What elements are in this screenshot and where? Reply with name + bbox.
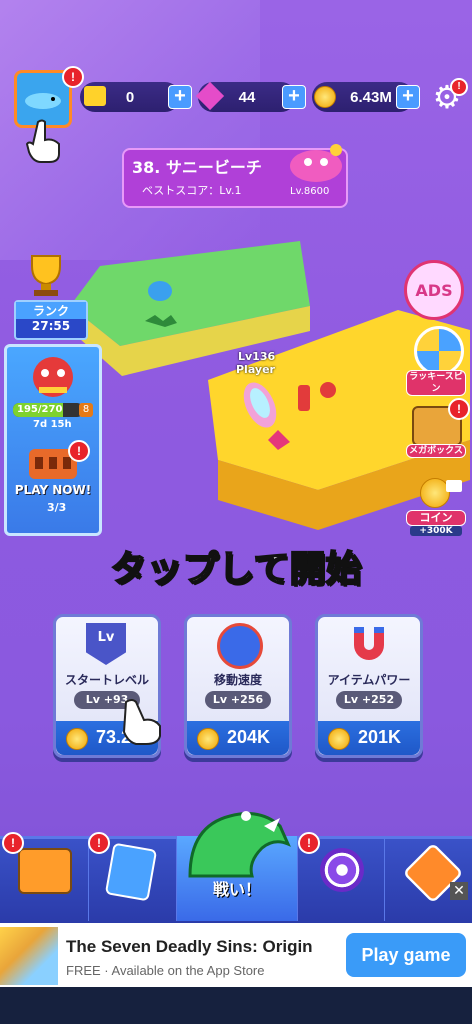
nav-shop-alert-badge: ! [2, 832, 24, 854]
upgrade-move-speed-price: 204K [187, 721, 289, 755]
magnet-icon [354, 627, 384, 660]
best-score: ベストスコア：Lv.1 [142, 184, 242, 197]
event-count: 3/3 [47, 501, 67, 514]
player-snake [243, 382, 277, 428]
ad-banner[interactable]: The Seven Deadly Sins: Origin FREE · Ava… [0, 923, 472, 987]
speedometer-icon [217, 623, 263, 669]
coin-icon [314, 86, 336, 108]
coin-icon [328, 728, 350, 750]
tap-hand-icon [122, 699, 161, 745]
nav-cards-alert-badge: ! [88, 832, 110, 854]
level-shield-icon: Lv [86, 623, 126, 665]
upgrade-item-power-value: Lv +252 [336, 691, 402, 709]
ads-button[interactable]: ADS [404, 260, 464, 320]
event-timer: 7d 15h [33, 419, 72, 430]
add-coins-button[interactable]: + [396, 85, 420, 109]
mega-box-label: メガボックス [406, 444, 466, 458]
mega-box-alert-badge: ! [448, 398, 470, 420]
profile-alert-badge: ! [62, 66, 84, 88]
event-progress-text: 195/270 [17, 404, 63, 415]
coin-reward-button[interactable]: コイン +300K [406, 478, 466, 542]
target-icon [320, 848, 364, 892]
coin-label: コイン [406, 510, 466, 526]
ad-thumbnail [0, 927, 58, 985]
event-level-badge: 8 [79, 403, 93, 417]
upgrade-item-power-price: 201K [318, 721, 420, 755]
spin-wheel-icon [414, 326, 464, 376]
rank-button[interactable]: ランク 27:55 [14, 300, 88, 340]
coin-icon [197, 728, 219, 750]
boss-snake-icon [290, 144, 342, 182]
shop-icon [18, 848, 72, 894]
player-level: Lv136 [238, 350, 276, 363]
coin-icon [66, 728, 88, 750]
event-alert-badge: ! [68, 440, 90, 462]
stage-banner[interactable]: 38. サニービーチ ベストスコア：Lv.1 Lv.8600 [122, 144, 348, 208]
coin-bonus: +300K [410, 526, 462, 536]
fight-label: 戦い！ [212, 880, 261, 899]
ads-label: ADS [415, 280, 453, 300]
upgrade-item-power[interactable]: アイテムパワー Lv +252 201K [315, 614, 423, 758]
rank-timer: 27:55 [31, 319, 71, 333]
cards-icon [104, 842, 158, 902]
upgrade-move-speed-value: Lv +256 [205, 691, 271, 709]
event-panel[interactable]: 195/270 8 7d 15h PLAY NOW! 3/3 [4, 344, 102, 536]
settings-alert-badge: ! [450, 78, 468, 96]
system-bar [0, 987, 472, 1024]
stage-title: 38. サニービーチ [132, 158, 262, 177]
nav-target-alert-badge: ! [298, 832, 320, 854]
rank-trophy-icon[interactable] [24, 252, 68, 298]
ad-subtitle: FREE · Available on the App Store [66, 963, 265, 978]
ticket-icon [84, 86, 106, 106]
close-icon[interactable]: ✕ [450, 882, 468, 900]
add-gems-button[interactable]: + [282, 85, 306, 109]
event-boss-icon [33, 357, 73, 397]
add-tickets-button[interactable]: + [168, 85, 192, 109]
video-icon [446, 480, 462, 492]
play-game-button[interactable]: Play game [346, 933, 466, 977]
boss-level: Lv.8600 [290, 186, 330, 197]
rank-label: ランク [16, 302, 86, 319]
upgrade-item-power-label: アイテムパワー [327, 673, 411, 687]
upgrade-move-speed-label: 移動速度 [213, 673, 262, 687]
lucky-spin-label: ラッキースピン [406, 370, 466, 396]
upgrade-move-speed[interactable]: 移動速度 Lv +256 204K [184, 614, 292, 758]
tap-to-start[interactable]: タップして開始 [0, 540, 472, 592]
snake-head-icon [188, 811, 291, 878]
play-now-label: PLAY NOW! [14, 483, 92, 497]
nav-upgrade[interactable] [386, 836, 472, 921]
tap-hand-icon [26, 119, 60, 163]
ad-title: The Seven Deadly Sins: Origin [66, 937, 313, 956]
upgrade-start-level-label: スタートレベル [64, 673, 149, 687]
lucky-spin-button[interactable]: ラッキースピン [406, 326, 466, 396]
